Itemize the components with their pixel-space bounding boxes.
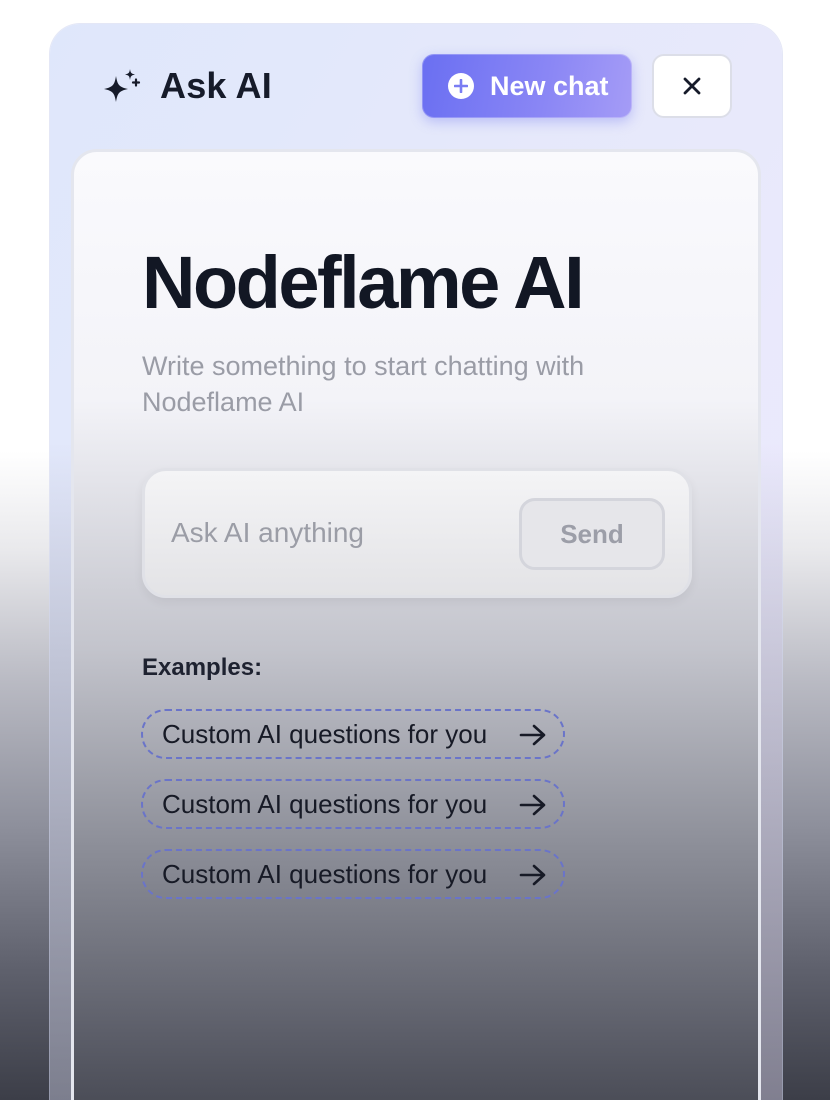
example-chip[interactable]: Custom AI questions for you xyxy=(141,779,565,829)
close-button[interactable] xyxy=(652,54,732,118)
page-subtitle: Write something to start chatting with N… xyxy=(142,351,585,417)
page-title: Nodeflame AI xyxy=(142,241,585,324)
example-label: Custom AI questions for you xyxy=(162,718,488,749)
arrow-right-icon xyxy=(519,724,546,746)
example-chip[interactable]: Custom AI questions for you xyxy=(141,709,565,759)
sparkle-icon xyxy=(104,69,141,102)
ask-input[interactable] xyxy=(171,511,501,555)
plus-circle-icon xyxy=(448,73,474,99)
new-chat-button[interactable]: New chat xyxy=(422,54,632,118)
close-icon xyxy=(683,77,701,95)
panel-header: Ask AI New chat xyxy=(50,24,782,150)
ask-ai-panel: Ask AI New chat Nodeflame AI Write somet… xyxy=(50,24,782,1100)
panel-title: Ask AI xyxy=(160,65,272,106)
arrow-right-icon xyxy=(519,794,546,816)
example-chip[interactable]: Custom AI questions for you xyxy=(141,849,565,899)
examples-label: Examples: xyxy=(142,654,263,681)
example-label: Custom AI questions for you xyxy=(162,858,488,889)
arrow-right-icon xyxy=(519,864,546,886)
send-button[interactable]: Send xyxy=(519,498,665,570)
ask-box: Send xyxy=(142,468,692,598)
new-chat-label: New chat xyxy=(490,70,609,101)
example-label: Custom AI questions for you xyxy=(162,788,488,819)
chat-card: Nodeflame AI Write something to start ch… xyxy=(71,149,761,1100)
